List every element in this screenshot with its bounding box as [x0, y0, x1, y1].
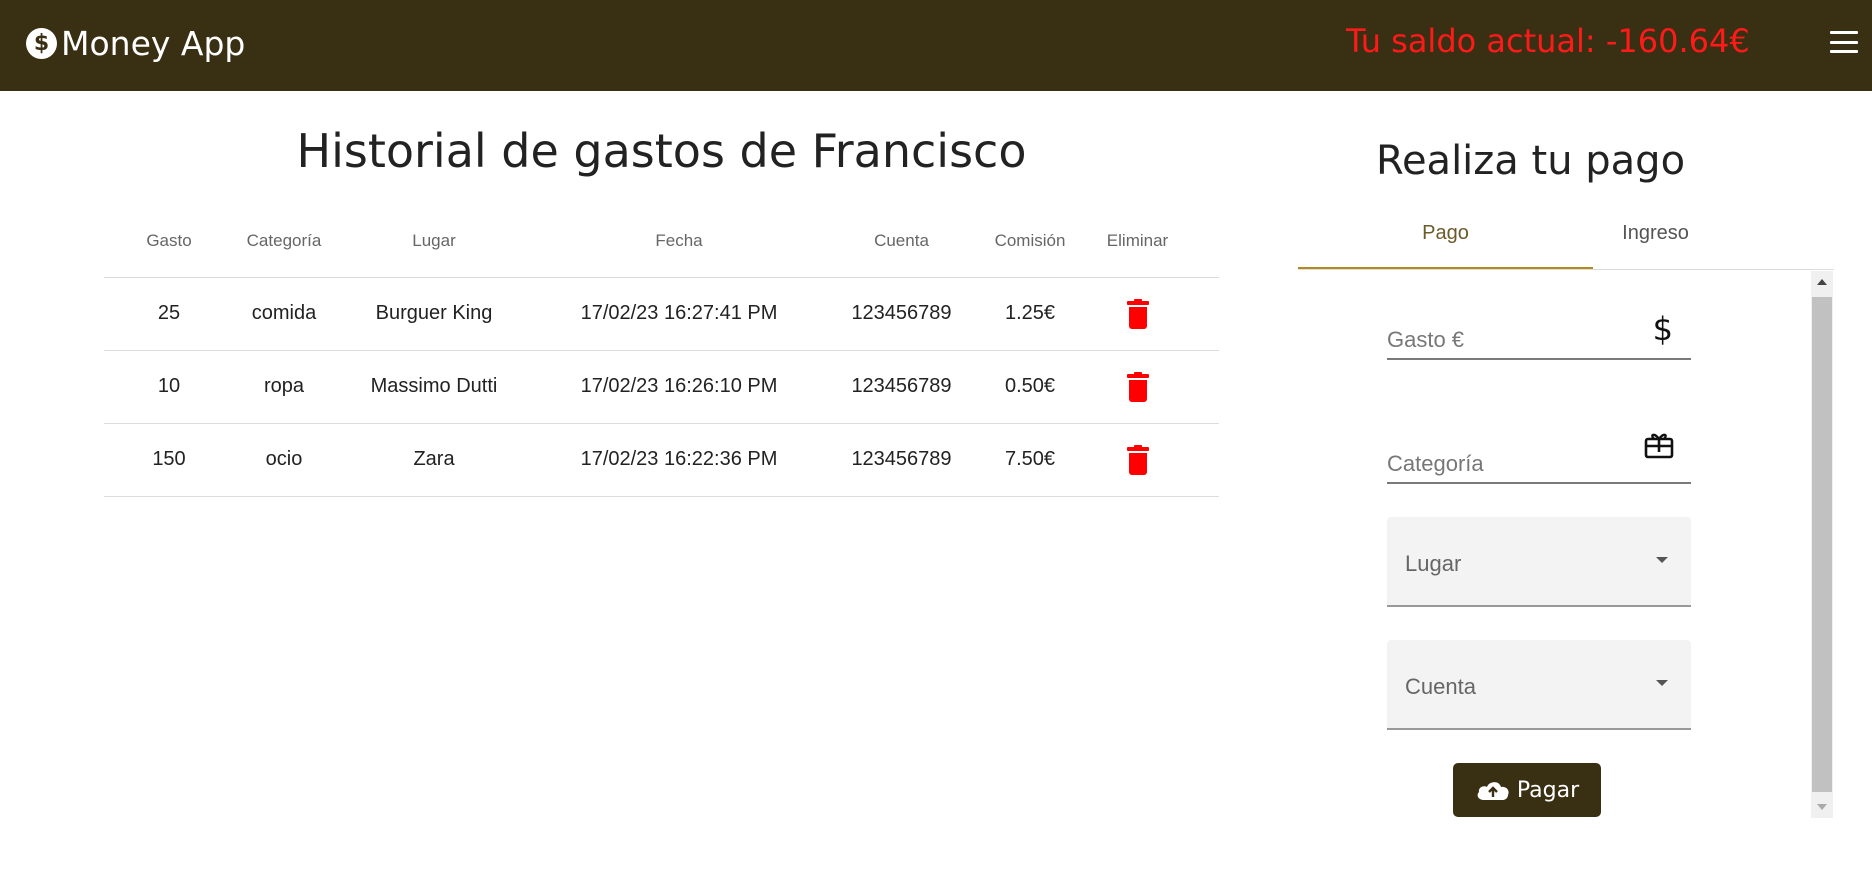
cell-gasto: 25	[104, 277, 234, 351]
cell-eliminar	[1081, 423, 1194, 497]
table-row: 10 ropa Massimo Dutti 17/02/23 16:26:10 …	[104, 350, 1219, 424]
history-title: Historial de gastos de Francisco	[296, 124, 1027, 178]
cell-comision: 0.50€	[979, 350, 1081, 424]
table-row: 150 ocio Zara 17/02/23 16:22:36 PM 12345…	[104, 423, 1219, 497]
cell-fecha: 17/02/23 16:22:36 PM	[534, 423, 824, 497]
cell-comision: 1.25€	[979, 277, 1081, 351]
cell-spacer	[1194, 423, 1219, 497]
dropdown-caret-icon	[1656, 557, 1668, 563]
scroll-down-arrow-icon[interactable]	[1817, 804, 1827, 810]
table-header-row: Gasto Categoría Lugar Fecha Cuenta Comis…	[104, 205, 1219, 278]
trash-icon[interactable]	[1126, 371, 1149, 402]
gasto-label: Gasto €	[1387, 327, 1465, 352]
cell-spacer	[1194, 350, 1219, 424]
cell-eliminar	[1081, 277, 1194, 351]
cell-categoria: comida	[234, 277, 334, 351]
cell-categoria: ropa	[234, 350, 334, 424]
tabs-divider	[1298, 269, 1834, 270]
trash-icon[interactable]	[1126, 444, 1149, 475]
pagar-label: Pagar	[1516, 777, 1580, 803]
app-title: Money App	[61, 24, 246, 63]
history-table: Gasto Categoría Lugar Fecha Cuenta Comis…	[104, 205, 1219, 497]
column-header-eliminar: Eliminar	[1081, 205, 1194, 278]
column-header-categoria: Categoría	[234, 205, 334, 278]
cell-gasto: 10	[104, 350, 234, 424]
payment-tabs: Pago Ingreso	[1298, 210, 1833, 270]
column-header-lugar: Lugar	[334, 205, 534, 278]
menu-line	[1830, 31, 1858, 34]
pagar-button[interactable]: Pagar	[1453, 763, 1601, 817]
lugar-label: Lugar	[1405, 551, 1462, 576]
cuenta-label: Cuenta	[1405, 674, 1476, 699]
gift-card-icon	[1644, 433, 1674, 459]
cell-comision: 7.50€	[979, 423, 1081, 497]
balance-text: Tu saldo actual: -160.64€	[1346, 22, 1750, 60]
trash-icon[interactable]	[1126, 298, 1149, 329]
cell-lugar: Burguer King	[334, 277, 534, 351]
cell-cuenta: 123456789	[824, 350, 979, 424]
cuenta-select[interactable]: Cuenta	[1387, 640, 1691, 730]
hamburger-menu-icon[interactable]	[1828, 28, 1860, 56]
categoria-label: Categoría	[1387, 451, 1484, 476]
scroll-up-arrow-icon[interactable]	[1817, 279, 1827, 285]
column-header-fecha: Fecha	[534, 205, 824, 278]
cell-fecha: 17/02/23 16:27:41 PM	[534, 277, 824, 351]
cloud-upload-icon	[1477, 782, 1509, 800]
cell-categoria: ocio	[234, 423, 334, 497]
column-spacer	[1194, 205, 1219, 278]
cell-lugar: Zara	[334, 423, 534, 497]
payment-title: Realiza tu pago	[1375, 138, 1686, 184]
brand[interactable]: $ Money App	[26, 24, 245, 63]
dollar-coin-icon: $	[26, 28, 57, 59]
gasto-input[interactable]: Gasto € $	[1387, 306, 1691, 360]
menu-line	[1830, 40, 1858, 44]
table-row: 25 comida Burguer King 17/02/23 16:27:41…	[104, 277, 1219, 351]
lugar-select[interactable]: Lugar	[1387, 517, 1691, 607]
panel-scrollbar[interactable]	[1811, 271, 1833, 818]
column-header-comision: Comisión	[979, 205, 1081, 278]
tab-ingreso[interactable]: Ingreso	[1593, 210, 1718, 270]
column-header-cuenta: Cuenta	[824, 205, 979, 278]
dollar-icon: $	[1652, 310, 1673, 348]
cell-cuenta: 123456789	[824, 277, 979, 351]
top-app-bar: $ Money App Tu saldo actual: -160.64€	[0, 0, 1872, 91]
dropdown-caret-icon	[1656, 680, 1668, 686]
menu-line	[1830, 50, 1858, 53]
cell-cuenta: 123456789	[824, 423, 979, 497]
scroll-thumb[interactable]	[1812, 297, 1832, 792]
column-header-gasto: Gasto	[104, 205, 234, 278]
cell-gasto: 150	[104, 423, 234, 497]
cell-fecha: 17/02/23 16:26:10 PM	[534, 350, 824, 424]
cell-lugar: Massimo Dutti	[334, 350, 534, 424]
categoria-input[interactable]: Categoría	[1387, 430, 1691, 484]
cell-eliminar	[1081, 350, 1194, 424]
tab-pago[interactable]: Pago	[1298, 210, 1593, 270]
cell-spacer	[1194, 277, 1219, 351]
